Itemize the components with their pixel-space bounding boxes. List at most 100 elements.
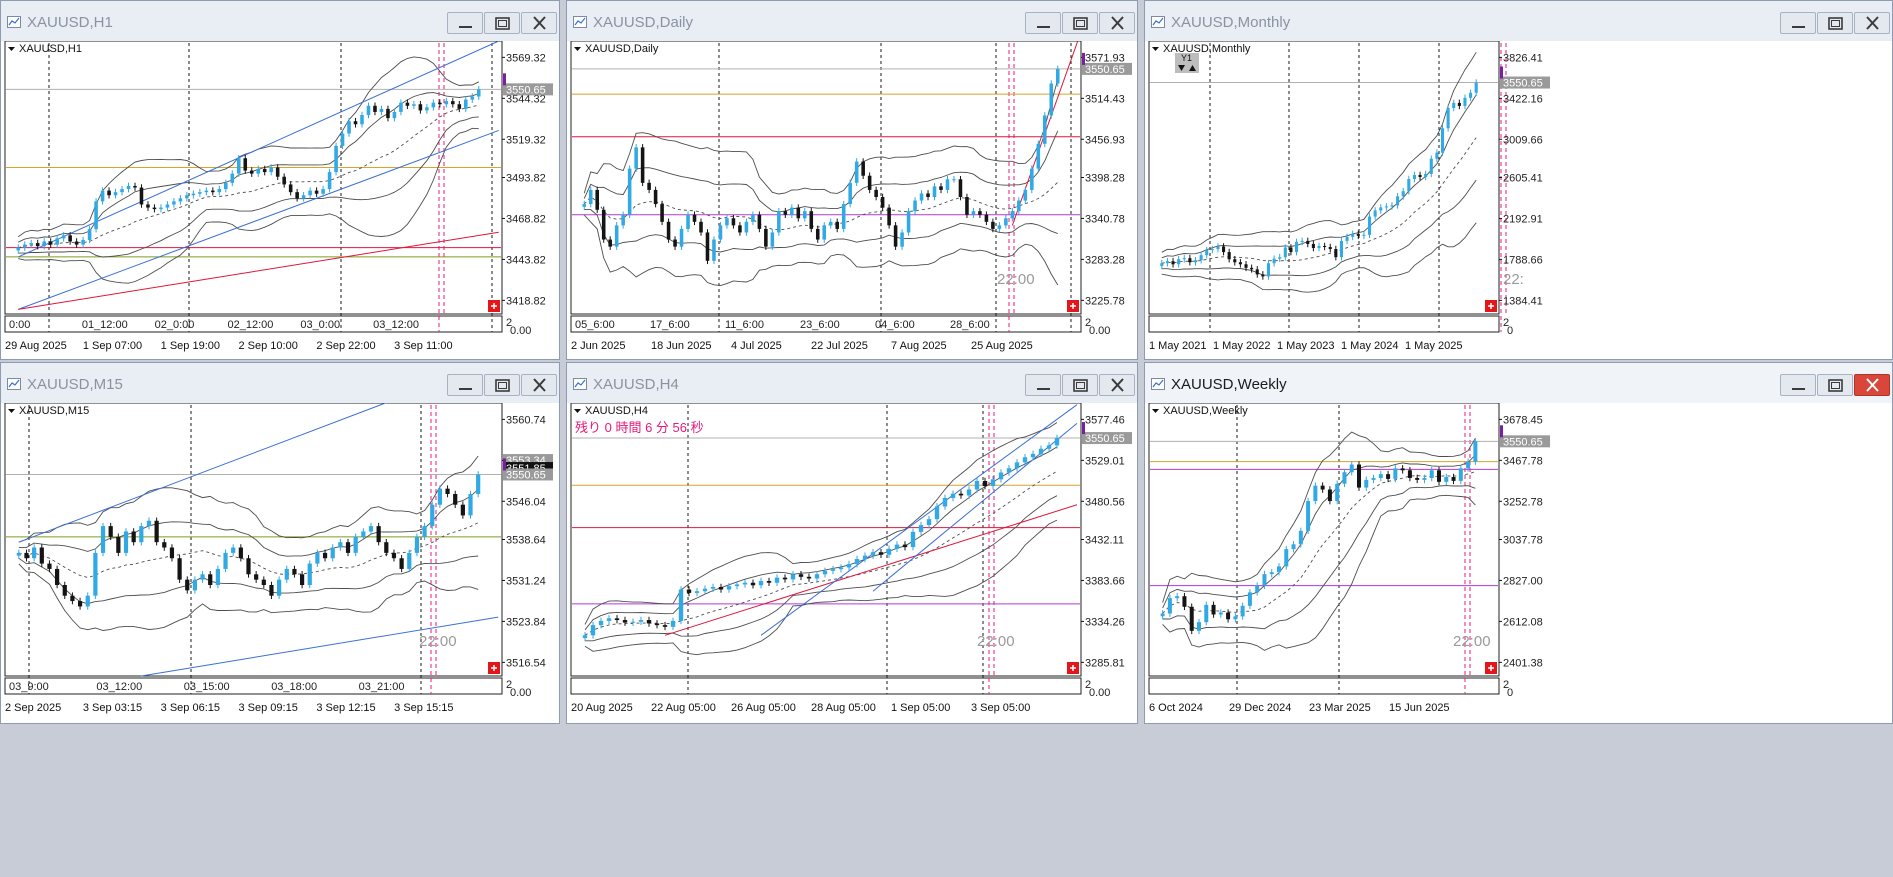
price-axis-label: 3334.26 bbox=[1085, 616, 1125, 628]
add-indicator-button[interactable] bbox=[1067, 662, 1079, 674]
candle-body bbox=[1323, 246, 1327, 248]
symbol-label[interactable]: XAUUSD,M15 bbox=[8, 405, 89, 417]
symbol-label[interactable]: XAUUSD,H1 bbox=[8, 43, 82, 55]
title-bar[interactable]: XAUUSD,Monthly bbox=[1145, 1, 1892, 41]
period-badge-text: Y1 bbox=[1181, 53, 1192, 63]
title-bar[interactable]: XAUUSD,H4 bbox=[567, 363, 1137, 403]
minimize-button[interactable] bbox=[1780, 12, 1816, 34]
chart-window-h1[interactable]: XAUUSD,H1 XAUUSD,H1 3569.32 3544.32 3519.32 3… bbox=[0, 0, 560, 360]
candle-body bbox=[391, 552, 397, 559]
candle-body bbox=[958, 179, 963, 197]
symbol-label[interactable]: XAUUSD,Daily bbox=[574, 43, 659, 55]
close-button[interactable] bbox=[521, 12, 557, 34]
period-badge[interactable]: Y1 bbox=[1175, 53, 1199, 73]
close-button[interactable] bbox=[521, 374, 557, 396]
candle-body bbox=[1371, 477, 1376, 480]
maximize-button[interactable] bbox=[1062, 374, 1098, 396]
chart-window-monthly[interactable]: XAUUSD,Monthly XAUUSD,Monthly Y1 22: 3826.41… bbox=[1144, 0, 1893, 360]
candle-body bbox=[822, 570, 828, 575]
title-bar[interactable]: XAUUSD,Daily bbox=[567, 1, 1137, 41]
candle-body bbox=[666, 221, 671, 240]
close-button[interactable] bbox=[1099, 374, 1135, 396]
chart-area[interactable]: XAUUSD,MonthlyY1 22: 3826.41 3422.16 3009.66… bbox=[1145, 41, 1892, 359]
candle-body bbox=[886, 548, 892, 555]
symbol-label[interactable]: XAUUSD,H4 bbox=[574, 405, 648, 417]
title-bar[interactable]: XAUUSD,Weekly bbox=[1145, 363, 1892, 403]
candle-body bbox=[1429, 470, 1434, 478]
candle-body bbox=[1036, 143, 1041, 169]
candle-body bbox=[399, 558, 404, 569]
chart-area[interactable]: XAUUSD,Daily 22:00 3571.93 3514.43 3456.93 33… bbox=[567, 41, 1137, 359]
candle-body bbox=[809, 211, 814, 229]
chart-area[interactable]: XAUUSD,H13569.323544.323519.323493.82346… bbox=[1, 41, 559, 359]
candle-body bbox=[1262, 574, 1267, 586]
maximize-icon bbox=[1828, 379, 1843, 392]
candle-body bbox=[1342, 472, 1347, 484]
close-button[interactable] bbox=[1099, 12, 1135, 34]
minimize-button[interactable] bbox=[447, 12, 483, 34]
add-indicator-button[interactable] bbox=[1067, 300, 1079, 312]
maximize-button[interactable] bbox=[484, 12, 520, 34]
chart-window-m15[interactable]: XAUUSD,M15XAUUSD,M1522:003560.743553.343… bbox=[0, 362, 560, 724]
candle-body bbox=[1188, 258, 1192, 263]
close-button[interactable] bbox=[1854, 12, 1890, 34]
chart-window-weekly[interactable]: XAUUSD,Weekly XAUUSD,Weekly 22:00 3678.45 34… bbox=[1144, 362, 1893, 724]
separator-time-label: 03_12:00 bbox=[96, 681, 142, 693]
candle-body bbox=[1197, 622, 1201, 631]
candle-body bbox=[1317, 246, 1321, 249]
maximize-button[interactable] bbox=[1062, 12, 1098, 34]
minimize-button[interactable] bbox=[447, 374, 483, 396]
maximize-button[interactable] bbox=[1817, 12, 1853, 34]
maximize-button[interactable] bbox=[484, 374, 520, 396]
candle-body bbox=[686, 589, 692, 593]
candle-body bbox=[1238, 262, 1242, 265]
candle-body bbox=[1023, 189, 1028, 201]
chart-area[interactable]: XAUUSD,Weekly 22:00 3678.45 3467.78 3252.78 3… bbox=[1145, 403, 1892, 723]
title-bar[interactable]: XAUUSD,H1 bbox=[1, 1, 559, 41]
candle-body bbox=[894, 544, 900, 549]
chart-window-daily[interactable]: XAUUSD,Daily XAUUSD,Daily 22:00 3571.93 3514… bbox=[566, 0, 1138, 360]
candle-body bbox=[939, 186, 943, 190]
add-indicator-button[interactable] bbox=[1485, 300, 1497, 312]
candle-body bbox=[1327, 489, 1332, 502]
candle-body bbox=[200, 574, 205, 580]
candle-body bbox=[1313, 485, 1318, 502]
candle-body bbox=[146, 204, 150, 208]
close-button[interactable] bbox=[1854, 374, 1890, 396]
candle-body bbox=[204, 190, 209, 193]
candle-body bbox=[1030, 168, 1034, 190]
price-axis-label: 3037.78 bbox=[1503, 535, 1543, 547]
minimize-button[interactable] bbox=[1780, 374, 1816, 396]
candle-body bbox=[282, 176, 286, 185]
chart-area[interactable]: XAUUSD,H4 残り 0 時間 6 分 56 秒 22:00 3577.46 352… bbox=[567, 403, 1137, 723]
minimize-icon bbox=[459, 26, 472, 28]
candle-body bbox=[68, 235, 72, 242]
time-axis-label: 25 Aug 2025 bbox=[971, 340, 1033, 352]
add-indicator-button[interactable] bbox=[1485, 662, 1497, 674]
time-axis-label: 29 Dec 2024 bbox=[1229, 702, 1291, 714]
time-axis-label: 2 Sep 22:00 bbox=[316, 340, 375, 352]
candle-body bbox=[340, 133, 345, 146]
maximize-icon bbox=[495, 379, 510, 392]
minimize-button[interactable] bbox=[1025, 12, 1061, 34]
candle-body bbox=[198, 192, 202, 194]
symbol-label[interactable]: XAUUSD,Weekly bbox=[1152, 405, 1248, 417]
chart-window-h4[interactable]: XAUUSD,H4 XAUUSD,H4 残り 0 時間 6 分 56 秒 22:00 3… bbox=[566, 362, 1138, 724]
chart-area[interactable]: XAUUSD,M1522:003560.743553.343546.043538… bbox=[1, 403, 559, 723]
maximize-button[interactable] bbox=[1817, 374, 1853, 396]
add-indicator-button[interactable] bbox=[488, 300, 500, 312]
candle-body bbox=[1300, 240, 1304, 242]
symbol-label[interactable]: XAUUSD,Monthly bbox=[1152, 43, 1251, 55]
candle-body bbox=[1298, 530, 1303, 545]
candle-body bbox=[361, 531, 366, 537]
candle-body bbox=[662, 625, 668, 627]
minimize-button[interactable] bbox=[1025, 374, 1061, 396]
bar-countdown: 22:00 bbox=[977, 633, 1015, 650]
candle-body bbox=[1415, 477, 1420, 480]
candle-body bbox=[1055, 68, 1060, 84]
title-bar[interactable]: XAUUSD,M15 bbox=[1, 363, 559, 403]
candle-body bbox=[231, 547, 236, 553]
add-indicator-button[interactable] bbox=[488, 662, 500, 674]
candle-body bbox=[224, 182, 228, 190]
chart-shift-marker bbox=[503, 73, 506, 86]
